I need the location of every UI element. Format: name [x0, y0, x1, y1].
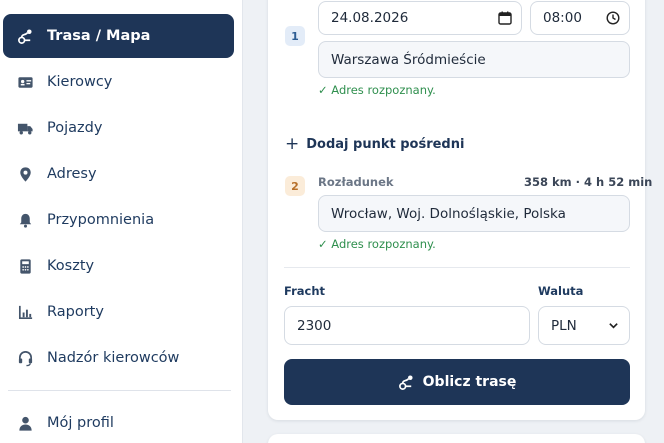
step-number-badge: 2 — [285, 176, 305, 196]
secondary-card — [268, 434, 645, 443]
date-input[interactable]: 24.08.2026 — [318, 1, 522, 35]
sidebar-item-label: Trasa / Mapa — [47, 28, 151, 44]
bell-icon — [16, 211, 34, 229]
divider — [284, 267, 630, 268]
clock-icon[interactable] — [606, 11, 620, 25]
chart-icon — [16, 303, 34, 321]
address-recognized-status: ✓ Adres rozpoznany. — [318, 237, 436, 251]
sidebar-item-label: Kierowcy — [47, 74, 113, 90]
currency-select[interactable]: PLN — [538, 306, 630, 345]
sidebar-item-label: Nadzór kierowców — [47, 350, 180, 366]
sidebar-item-drivers[interactable]: Kierowcy — [3, 60, 234, 104]
sidebar-item-my-profile[interactable]: Mój profil — [3, 401, 234, 443]
time-input[interactable]: 08:00 — [530, 1, 630, 35]
sidebar-item-label: Koszty — [47, 258, 95, 274]
sidebar-item-reminders[interactable]: Przypomnienia — [3, 198, 234, 242]
sidebar-item-vehicles[interactable]: Pojazdy — [3, 106, 234, 150]
sidebar: Trasa / Mapa Kierowcy Pojazdy Adresy Prz… — [0, 0, 243, 443]
calculator-icon — [16, 257, 34, 275]
headset-icon — [16, 349, 34, 367]
address-input-point1[interactable]: Warszawa Śródmieście — [318, 41, 630, 78]
sidebar-item-addresses[interactable]: Adresy — [3, 152, 234, 196]
truck-icon — [16, 119, 34, 137]
sidebar-divider — [8, 390, 231, 391]
map-pin-icon — [16, 165, 34, 183]
calendar-icon[interactable] — [498, 11, 512, 25]
calculate-route-button[interactable]: Oblicz trasę — [284, 359, 630, 405]
sidebar-item-label: Pojazdy — [47, 120, 103, 136]
route-icon — [16, 27, 34, 45]
point-type-label: Rozładunek — [318, 175, 394, 189]
sidebar-item-costs[interactable]: Koszty — [3, 244, 234, 288]
add-waypoint-button[interactable]: + Dodaj punkt pośredni — [285, 134, 464, 154]
address-input-point2[interactable]: Wrocław, Woj. Dolnośląskie, Polska — [318, 195, 630, 232]
id-card-icon — [16, 73, 34, 91]
plus-icon: + — [285, 134, 300, 154]
user-icon — [16, 414, 34, 432]
sidebar-item-driver-supervision[interactable]: Nadzór kierowców — [3, 336, 234, 380]
sidebar-item-route-map[interactable]: Trasa / Mapa — [3, 14, 234, 58]
step-number-badge: 1 — [285, 26, 305, 46]
sidebar-item-label: Raporty — [47, 304, 104, 320]
sidebar-item-label: Mój profil — [47, 415, 114, 431]
distance-duration: 358 km · 4 h 52 min — [524, 175, 653, 189]
chevron-down-icon — [609, 323, 618, 329]
route-icon — [398, 375, 413, 390]
currency-label: Waluta — [538, 284, 584, 298]
freight-input[interactable]: 2300 — [284, 306, 530, 345]
address-recognized-status: ✓ Adres rozpoznany. — [318, 83, 436, 97]
sidebar-item-label: Adresy — [47, 166, 97, 182]
sidebar-item-label: Przypomnienia — [47, 212, 155, 228]
freight-label: Fracht — [284, 284, 326, 298]
sidebar-item-reports[interactable]: Raporty — [3, 290, 234, 334]
